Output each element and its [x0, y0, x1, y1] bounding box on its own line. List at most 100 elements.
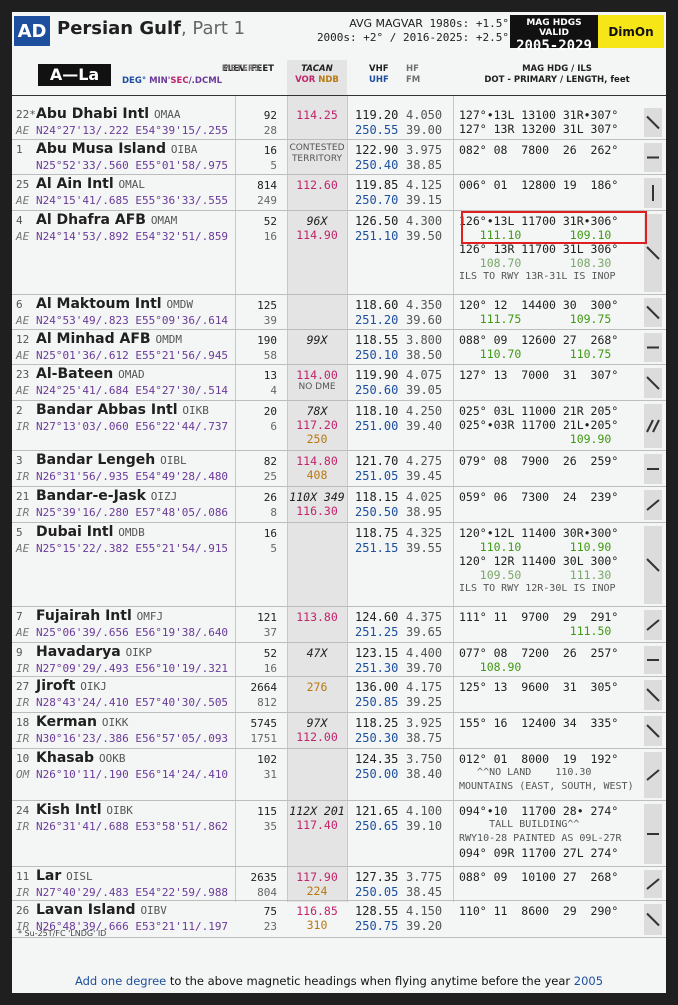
airfield-name[interactable]: Al Minhad AFB OMDM — [36, 331, 182, 347]
elevation: 13 4 — [264, 368, 277, 398]
vhf-freq: 119.90 — [355, 368, 399, 382]
elev-meters: 5 — [270, 542, 277, 555]
dim-toggle[interactable]: DimOn — [598, 15, 664, 48]
tacan-value: 112.00 — [296, 730, 338, 744]
runway-diagram-svg — [646, 376, 660, 390]
uhf-freq: 251.15 — [355, 541, 399, 555]
tacan-header: TACAN VOR NDB — [295, 64, 339, 85]
runway-diagram-svg — [646, 769, 660, 781]
airfield-row: 9 IR Havadarya OIKP N27°09'29/.493 E56°1… — [12, 643, 666, 677]
heading-line: 059° 06 7300 24 239° — [459, 490, 619, 504]
fm-freq: 38.45 — [406, 885, 443, 899]
lat: N25°52'33/.560 — [36, 159, 129, 172]
airfield-name[interactable]: Havadarya OIKP — [36, 644, 152, 660]
vhf-freq: 118.60 — [355, 298, 399, 312]
heading-line: 111° 11 9700 29 291° — [459, 610, 619, 624]
elev-meters: 8 — [270, 506, 277, 519]
footer-c: 2005 — [573, 974, 604, 988]
tacan-cell: 276 — [287, 680, 347, 694]
row-number: 11 — [16, 870, 30, 883]
airfield-name[interactable]: Lar OISL — [36, 868, 93, 884]
fm-freq: 39.40 — [406, 419, 443, 433]
airfield-name[interactable]: Al-Bateen OMAD — [36, 366, 145, 382]
fm-freq: 39.05 — [406, 383, 443, 397]
tacan-cell: 112.60 — [287, 178, 347, 192]
airfield-name[interactable]: Abu Dhabi Intl OMAA — [36, 106, 180, 122]
airfield-name[interactable]: Kerman OIKK — [36, 714, 128, 730]
airfield-title: Jiroft — [36, 678, 76, 694]
country-code: IR — [16, 886, 30, 899]
elevation: 125 39 — [257, 298, 277, 328]
runway-line — [646, 419, 654, 433]
tacan-value: 96X — [306, 214, 328, 228]
airfield-name[interactable]: Dubai Intl OMDB — [36, 524, 145, 540]
vhf-freq: 118.25 — [355, 716, 399, 730]
airfield-name[interactable]: Bandar Lengeh OIBL — [36, 452, 187, 468]
runway-headings: 088° 09 10100 27 268° — [459, 870, 641, 884]
vhf-uhf: 118.10 251.00 — [355, 404, 398, 434]
uhf-freq: 250.40 — [355, 158, 399, 172]
hf-fm: 4.050 39.00 — [406, 108, 442, 138]
lon: E55°21'56/.945 — [135, 349, 229, 362]
airfield-name[interactable]: Lavan Island OIBV — [36, 902, 167, 918]
elev-feet: 5745 — [250, 717, 278, 730]
airfield-title: Al Minhad AFB — [36, 331, 151, 347]
lat: N24°15'41/.685 — [36, 194, 129, 207]
airfield-name[interactable]: Al Maktoum Intl OMDW — [36, 296, 193, 312]
airfield-row: 24 IR Kish Intl OIBK N26°31'41/.688 E53°… — [12, 801, 666, 867]
airfield-row: 11 IR Lar OISL N27°40'29/.483 E54°22'59/… — [12, 867, 666, 901]
airfield-name[interactable]: Fujairah Intl OMFJ — [36, 608, 163, 624]
fm-freq: 39.50 — [406, 229, 443, 243]
elev-meters: 4 — [270, 384, 277, 397]
icao-code: OMDB — [118, 526, 145, 539]
vhf-freq: 118.55 — [355, 333, 399, 347]
airfield-name[interactable]: Al Ain Intl OMAL — [36, 176, 145, 192]
elev-feet: 125 — [257, 299, 277, 312]
coordinates: N25°06'39/.656 E56°19'38/.640 — [36, 626, 228, 639]
heading-line: 006° 01 12800 19 186° — [459, 178, 619, 192]
elevation: 190 58 — [257, 333, 277, 363]
fm-freq: 39.65 — [406, 625, 443, 639]
elev-meters: 804 — [257, 886, 277, 899]
vhf-uhf: 118.75 251.15 — [355, 526, 398, 556]
icao-code: OMDM — [155, 333, 182, 346]
runway-diagram-svg — [646, 305, 660, 320]
hf-fm: 3.750 38.40 — [406, 752, 442, 782]
elev-meters: 31 — [263, 768, 277, 781]
country-code: AE — [16, 314, 30, 327]
runway-line — [646, 115, 660, 130]
icao-code: OIKB — [182, 404, 209, 417]
airfield-name[interactable]: Bandar Abbas Intl OIKB — [36, 402, 209, 418]
runway-headings: 025° 03L 11000 21R 205° 025°•03R 11700 21… — [459, 404, 641, 446]
airfield-name[interactable]: Kish Intl OIBK — [36, 802, 133, 818]
tacan-cell: 112X 201 117.40 — [287, 804, 347, 832]
lon: E56°14'24/.410 — [135, 768, 229, 781]
heading-line: 088° 09 10100 27 268° — [459, 870, 619, 884]
vhf-freq: 121.70 — [355, 454, 399, 468]
uhf-freq: 250.05 — [355, 885, 399, 899]
heading-line: ^^NO LAND 110.30 — [459, 767, 592, 778]
airfield-name[interactable]: Al Dhafra AFB OMAM — [36, 212, 177, 228]
lon: E55°21'54/.915 — [135, 542, 229, 555]
airfield-name[interactable]: Bandar-e-Jask OIZJ — [36, 488, 177, 504]
lat: N24°53'49/.823 — [36, 314, 129, 327]
runway-headings: 079° 08 7900 26 259° — [459, 454, 641, 468]
icao-code: OIBL — [160, 454, 187, 467]
airfield-title: Fujairah Intl — [36, 608, 132, 624]
country-code: AE — [16, 349, 30, 362]
hf-freq: 4.375 — [406, 610, 443, 624]
footnote: * Su-25T/FC 'LNDG' ID — [18, 929, 107, 938]
country-code: IR — [16, 820, 30, 833]
icao-code: OOKB — [98, 752, 126, 765]
tacan-value: 116.30 — [296, 504, 338, 518]
uhf-freq: 251.00 — [355, 419, 399, 433]
coords-header: DEG° MIN'SEC/.DCML — [122, 76, 223, 86]
elev-meters: 812 — [257, 696, 277, 709]
airfield-name[interactable]: Abu Musa Island OIBA — [36, 141, 197, 157]
runway-line — [652, 419, 660, 433]
runway-diagram-icon — [644, 526, 662, 604]
airfield-name[interactable]: Khasab OOKB — [36, 750, 125, 766]
airfield-name[interactable]: Jiroft OIKJ — [36, 678, 107, 694]
tacan-cell: 116.85 310 — [287, 904, 347, 932]
elevation: 52 16 — [264, 214, 277, 244]
